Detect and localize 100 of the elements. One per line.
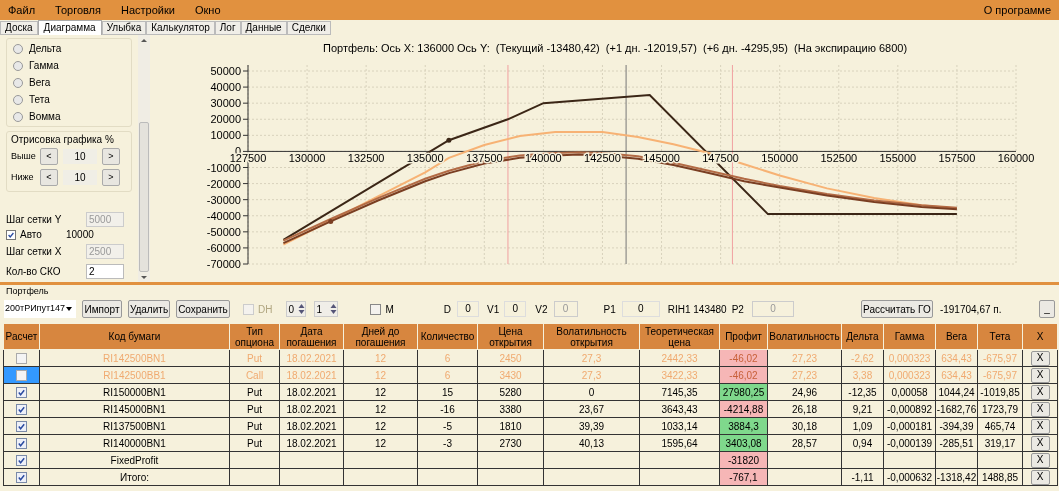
field-label: Шаг сетки Y: [6, 213, 63, 227]
table-cell: -0,000632: [883, 468, 936, 486]
table-cell: 12: [343, 366, 418, 384]
table-cell: -1682,76: [935, 400, 978, 418]
tab[interactable]: Калькулятор: [146, 21, 215, 35]
table-cell: 1595,64: [639, 434, 720, 452]
column-header: Тип опциона: [229, 323, 280, 350]
tab[interactable]: Диаграмма: [37, 20, 102, 35]
table-cell: 0,00058: [883, 383, 936, 401]
table-cell: 1488,85: [977, 468, 1023, 486]
field-label: P1: [603, 302, 616, 317]
toolbar-button[interactable]: Сохранить: [176, 300, 230, 318]
delete-button[interactable]: X: [1030, 452, 1050, 468]
value-field[interactable]: 10: [63, 170, 97, 185]
radio-button[interactable]: [13, 94, 23, 105]
input-field[interactable]: 2: [86, 264, 124, 279]
checkbox[interactable]: [16, 370, 27, 382]
menu-item[interactable]: Настройки: [121, 1, 175, 19]
table-cell: -0,000892: [883, 400, 936, 418]
checkbox[interactable]: [16, 472, 27, 484]
input-field[interactable]: 0: [457, 301, 480, 317]
checkbox[interactable]: [16, 387, 27, 399]
checkbox[interactable]: [6, 229, 16, 240]
decrease-button[interactable]: <: [40, 169, 58, 186]
checkbox[interactable]: [16, 404, 27, 416]
tick-label: -20000: [206, 177, 241, 190]
combo-box[interactable]: 200тРИпут147: [4, 300, 76, 318]
column-header: Код бумаги: [39, 323, 230, 350]
checkbox[interactable]: [16, 353, 27, 365]
table-cell: 27,3: [543, 366, 640, 384]
delete-button[interactable]: X: [1030, 350, 1050, 366]
delete-button[interactable]: X: [1030, 435, 1050, 451]
tab[interactable]: Сделки: [286, 21, 331, 35]
column-header: Гамма: [883, 323, 936, 350]
field-label: Кол-во СКО: [6, 265, 62, 279]
radio-button[interactable]: [13, 43, 23, 54]
value-field[interactable]: 10: [63, 149, 97, 164]
table-cell: 18.02.2021: [279, 366, 344, 384]
scroll-up-icon[interactable]: [141, 39, 147, 42]
radio-label: Вега: [29, 76, 51, 90]
table-cell: 18.02.2021: [279, 434, 344, 452]
menu-item[interactable]: Окно: [194, 1, 221, 19]
field-label: V2: [535, 302, 548, 317]
menu-item[interactable]: Торговля: [55, 1, 101, 19]
increase-button[interactable]: >: [102, 148, 120, 165]
delete-button[interactable]: X: [1030, 367, 1050, 383]
checkbox[interactable]: [16, 438, 27, 450]
radio-button[interactable]: [13, 111, 23, 122]
toolbar-button[interactable]: Импорт: [82, 300, 122, 318]
table-cell: RI137500BN1: [39, 417, 230, 435]
table-cell: 0,000323: [883, 349, 936, 367]
table-cell: -1318,42: [935, 468, 978, 486]
checkbox[interactable]: [16, 455, 27, 467]
checkbox[interactable]: [16, 421, 27, 433]
delete-button[interactable]: X: [1030, 469, 1050, 485]
data-point: [328, 218, 334, 224]
tab[interactable]: Данные: [240, 21, 287, 35]
tick-label: -60000: [206, 241, 241, 254]
table-cell: 24,96: [767, 383, 842, 401]
radio-button[interactable]: [13, 77, 23, 88]
tick-label: -30000: [206, 193, 241, 206]
delete-button[interactable]: X: [1030, 418, 1050, 434]
minimize-button[interactable]: _: [1039, 300, 1055, 318]
menu-item[interactable]: Файл: [8, 1, 36, 19]
field-label: Шаг сетки X: [6, 245, 63, 259]
column-header: Теоретическая цена: [639, 323, 720, 350]
spin-box[interactable]: 1: [314, 301, 339, 317]
menu-item[interactable]: О программе: [983, 1, 1051, 19]
table-cell: 27,23: [767, 366, 842, 384]
table-cell: 1723,79: [977, 400, 1023, 418]
tick-label: -50000: [206, 225, 241, 238]
delete-button[interactable]: X: [1030, 401, 1050, 417]
column-header: Дней до погашения: [343, 323, 418, 350]
table-cell: 2730: [477, 434, 544, 452]
checkbox-label: DH: [258, 302, 273, 317]
input-field[interactable]: 0: [504, 301, 527, 317]
table-cell: 1033,14: [639, 417, 720, 435]
decrease-button[interactable]: <: [40, 148, 58, 165]
data-point: [446, 137, 452, 143]
scroll-thumb[interactable]: [139, 122, 149, 272]
checkbox[interactable]: [370, 303, 382, 315]
calculate-button[interactable]: Рассчитать ГО: [860, 300, 933, 318]
tab[interactable]: Лог: [214, 21, 241, 35]
table-cell: 28,57: [767, 434, 842, 452]
scrollbar[interactable]: [138, 35, 150, 282]
tick-label: 40000: [210, 81, 241, 94]
toolbar-button[interactable]: Удалить: [128, 300, 170, 318]
scroll-down-icon[interactable]: [141, 276, 147, 279]
tab[interactable]: Доска: [0, 21, 38, 35]
table-cell: 6: [417, 349, 478, 367]
radio-button[interactable]: [13, 60, 23, 71]
table-cell: -0,000181: [883, 417, 936, 435]
table-cell: 5280: [477, 383, 544, 401]
tab[interactable]: Улыбка: [101, 21, 147, 35]
table-cell: 26,18: [767, 400, 842, 418]
delete-button[interactable]: X: [1030, 384, 1050, 400]
table-cell: 15: [417, 383, 478, 401]
increase-button[interactable]: >: [102, 169, 120, 186]
input-field[interactable]: 0: [621, 301, 660, 317]
spin-box[interactable]: 0: [286, 301, 307, 317]
